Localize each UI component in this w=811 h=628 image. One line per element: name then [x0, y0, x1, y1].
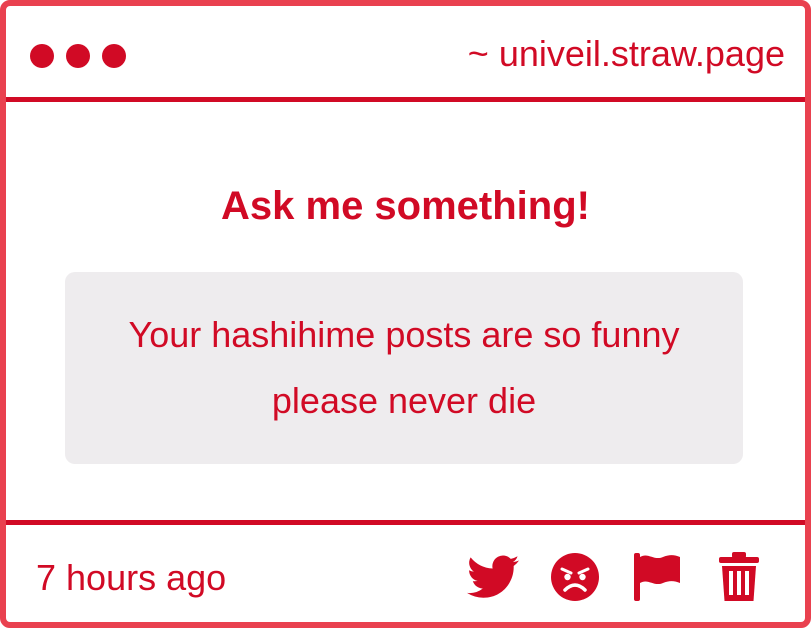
prompt-heading: Ask me something! [221, 184, 590, 228]
window-header: ~ univeil.straw.page [6, 6, 805, 102]
site-url[interactable]: ~ univeil.straw.page [468, 34, 785, 74]
card-body: Ask me something! Your hashihime posts a… [6, 107, 805, 520]
timestamp: 7 hours ago [36, 557, 227, 598]
action-bar [467, 551, 765, 603]
question-text: Your hashihime posts are so funny please… [128, 314, 680, 421]
window-dot-icon [102, 44, 126, 68]
window-dot-icon [30, 44, 54, 68]
window-dots [30, 44, 126, 68]
question-card: ~ univeil.straw.page Ask me something! Y… [0, 0, 811, 628]
report-flag-button[interactable] [631, 551, 683, 603]
share-twitter-button[interactable] [467, 551, 519, 603]
angry-face-icon [551, 553, 599, 601]
twitter-bird-icon [467, 555, 519, 598]
react-angry-button[interactable] [549, 551, 601, 603]
flag-icon [634, 553, 680, 601]
window-dot-icon [66, 44, 90, 68]
card-footer: 7 hours ago [6, 520, 805, 622]
delete-button[interactable] [713, 551, 765, 603]
trash-icon [719, 552, 759, 601]
question-box: Your hashihime posts are so funny please… [65, 272, 743, 464]
